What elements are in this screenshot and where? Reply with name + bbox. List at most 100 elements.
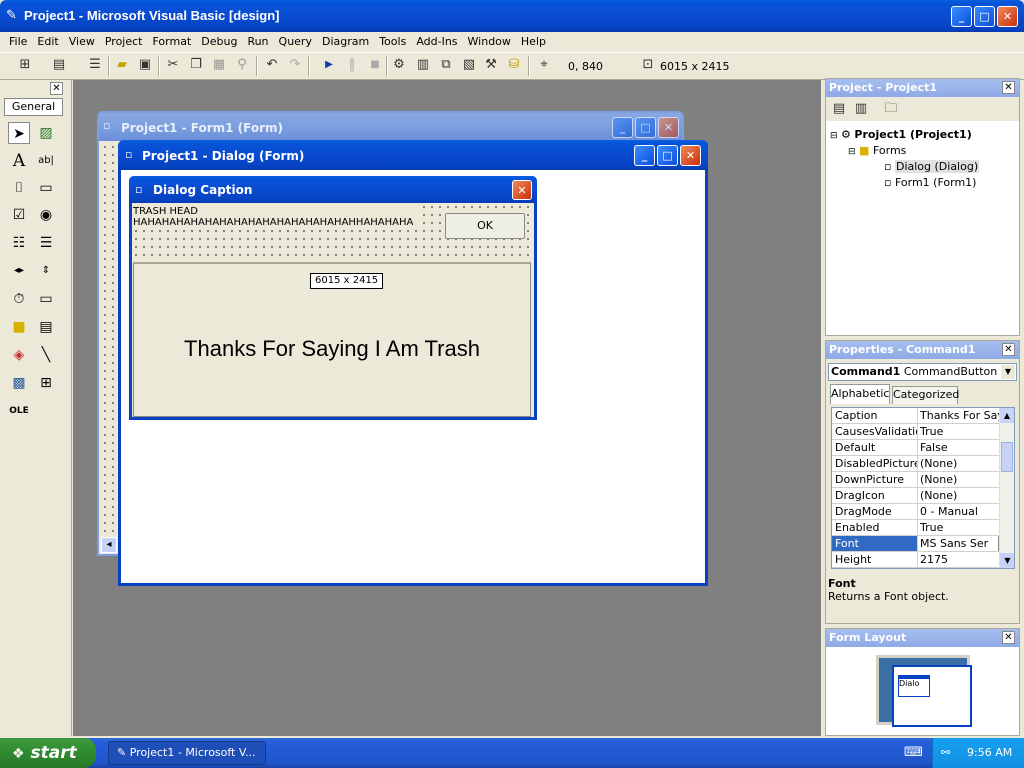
dialog-form-maximize-button[interactable]: □ — [657, 145, 678, 166]
property-scrollbar[interactable]: ▲ ▼ — [999, 408, 1014, 568]
tree-item-form1[interactable]: ▫ Form1 (Form1) — [830, 175, 1016, 191]
scroll-thumb[interactable] — [1001, 442, 1013, 472]
menu-tools[interactable]: Tools — [374, 32, 411, 52]
object-browser-icon[interactable]: ▧ — [460, 56, 478, 74]
menu-query[interactable]: Query — [274, 32, 317, 52]
chevron-down-icon[interactable]: ▼ — [1001, 365, 1015, 379]
dialog-caption-close-button[interactable]: ✕ — [512, 180, 532, 200]
dialog-design-surface[interactable]: ▫ Dialog Caption ✕ TRASH HEAD HAHAHAHAHA… — [129, 176, 537, 420]
picturebox-icon[interactable]: ▨ — [35, 122, 57, 144]
break-icon[interactable]: ‖ — [343, 56, 361, 74]
drivelistbox-icon[interactable]: ▭ — [35, 288, 57, 310]
checkbox-icon[interactable]: ☑ — [8, 204, 30, 226]
tree-item-dialog[interactable]: ▫ Dialog (Dialog) — [830, 159, 1016, 175]
mini-dialog[interactable]: Dialo — [898, 675, 930, 697]
project-explorer-icon[interactable]: ⚙ — [390, 56, 408, 74]
hscrollbar-icon[interactable]: ◂▸ — [8, 260, 30, 282]
menu-format[interactable]: Format — [147, 32, 196, 52]
property-row-default[interactable]: Default False — [832, 440, 1014, 456]
property-row-causesvalidation[interactable]: CausesValidationTrue — [832, 424, 1014, 440]
save-icon[interactable]: ▣ — [136, 56, 154, 74]
ok-button[interactable]: OK — [445, 213, 525, 239]
textbox-icon[interactable]: ab| — [35, 150, 57, 172]
toolbox-general-tab[interactable]: General — [4, 98, 63, 116]
taskbar-task-vb[interactable]: ✎ Project1 - Microsoft V... — [108, 741, 266, 765]
listbox-icon[interactable]: ☰ — [35, 232, 57, 254]
data-view-icon[interactable]: ⛁ — [505, 56, 523, 74]
end-icon[interactable]: ■ — [366, 56, 384, 74]
line-icon[interactable]: ╲ — [35, 344, 57, 366]
maximize-button[interactable]: □ — [974, 6, 995, 27]
property-row-font[interactable]: FontMS Sans Ser... — [832, 536, 1014, 552]
menu-view[interactable]: View — [64, 32, 100, 52]
close-button[interactable]: ✕ — [997, 6, 1018, 27]
keyboard-icon[interactable]: ⌨ — [904, 745, 923, 760]
menu-editor-icon[interactable]: ☰ — [86, 56, 104, 74]
properties-panel-close-button[interactable]: ✕ — [1002, 343, 1015, 356]
combobox-icon[interactable]: ☷ — [8, 232, 30, 254]
menu-debug[interactable]: Debug — [196, 32, 242, 52]
image-icon[interactable]: ▩ — [8, 372, 30, 394]
form1-scroll-left[interactable]: ◂ — [101, 537, 117, 553]
data-icon[interactable]: ⊞ — [35, 372, 57, 394]
tree-forms-folder[interactable]: ⊟ ■ Forms — [830, 143, 1016, 159]
view-object-icon[interactable]: ▥ — [852, 100, 870, 118]
property-row-height[interactable]: Height 2175 — [832, 552, 1014, 568]
commandbutton-icon[interactable]: ▭ — [35, 177, 57, 199]
dialog-form-window[interactable]: ▫ Project1 - Dialog (Form) _ □ ✕ ▫ Dialo… — [118, 140, 708, 586]
chevron-down-icon[interactable]: ▼ — [1000, 553, 1014, 568]
menu-window[interactable]: Window — [463, 32, 516, 52]
chevron-up-icon[interactable]: ▲ — [1000, 408, 1014, 423]
undo-icon[interactable]: ↶ — [263, 56, 281, 74]
add-form-icon[interactable]: ▤ — [50, 56, 68, 74]
copy-icon[interactable]: ❐ — [187, 56, 205, 74]
property-row-disabledpicture[interactable]: DisabledPicture (None) — [832, 456, 1014, 472]
form1-maximize-button[interactable]: □ — [635, 117, 656, 138]
view-code-icon[interactable]: ▤ — [830, 100, 848, 118]
form1-close-button[interactable]: ✕ — [658, 117, 679, 138]
form-layout-icon[interactable]: ⧉ — [437, 56, 455, 74]
menu-run[interactable]: Run — [242, 32, 273, 52]
vscrollbar-icon[interactable]: ⇕ — [35, 260, 57, 282]
label-icon[interactable]: A — [8, 150, 30, 172]
property-row-dragmode[interactable]: DragMode 0 - Manual — [832, 504, 1014, 520]
project-panel-close-button[interactable]: ✕ — [1002, 81, 1015, 94]
optionbutton-icon[interactable]: ◉ — [35, 204, 57, 226]
tab-categorized[interactable]: Categorized — [892, 386, 959, 404]
shape-icon[interactable]: ◈ — [8, 344, 30, 366]
collapse-icon[interactable]: ⊟ — [848, 147, 856, 157]
property-row-downpicture[interactable]: DownPicture (None) — [832, 472, 1014, 488]
ole-icon[interactable]: OLE — [8, 400, 30, 422]
menu-project[interactable]: Project — [100, 32, 148, 52]
dialog-form-close-button[interactable]: ✕ — [680, 145, 701, 166]
start-icon[interactable]: ▶ — [320, 56, 338, 74]
form-layout-close-button[interactable]: ✕ — [1002, 631, 1015, 644]
network-icon[interactable]: ⚯ — [941, 746, 950, 759]
menu-file[interactable]: File — [4, 32, 32, 52]
dialog-form-minimize-button[interactable]: _ — [634, 145, 655, 166]
menu-add-ins[interactable]: Add-Ins — [411, 32, 462, 52]
toolbox-icon[interactable]: ⚒ — [482, 56, 500, 74]
property-row-dragicon[interactable]: DragIcon (None) — [832, 488, 1014, 504]
timer-icon[interactable]: ⏱ — [8, 288, 30, 310]
toggle-folders-icon[interactable]: 🗀 — [882, 100, 900, 118]
open-icon[interactable]: ▰ — [113, 56, 131, 74]
menu-help[interactable]: Help — [516, 32, 551, 52]
tab-alphabetic[interactable]: Alphabetic — [830, 384, 890, 404]
toolbox-close-button[interactable]: ✕ — [50, 82, 63, 95]
start-button[interactable]: ❖ start — [0, 738, 96, 768]
frame-icon[interactable]: ⌷ — [8, 177, 30, 199]
minimize-button[interactable]: _ — [951, 6, 972, 27]
add-project-icon[interactable]: ⊞ — [16, 56, 34, 74]
collapse-icon[interactable]: ⊟ — [830, 131, 838, 141]
paste-icon[interactable]: ▦ — [210, 56, 228, 74]
menu-diagram[interactable]: Diagram — [317, 32, 374, 52]
cut-icon[interactable]: ✂ — [164, 56, 182, 74]
tree-root[interactable]: ⊟ ⚙ Project1 (Project1) — [830, 127, 1016, 143]
property-value[interactable]: MS Sans Ser — [918, 536, 998, 551]
property-row-caption[interactable]: Caption Thanks For Sayi — [832, 408, 1014, 424]
form1-minimize-button[interactable]: _ — [612, 117, 633, 138]
pointer-icon[interactable]: ➤ — [8, 122, 30, 144]
filelistbox-icon[interactable]: ▤ — [35, 316, 57, 338]
property-row-enabled[interactable]: Enabled True — [832, 520, 1014, 536]
